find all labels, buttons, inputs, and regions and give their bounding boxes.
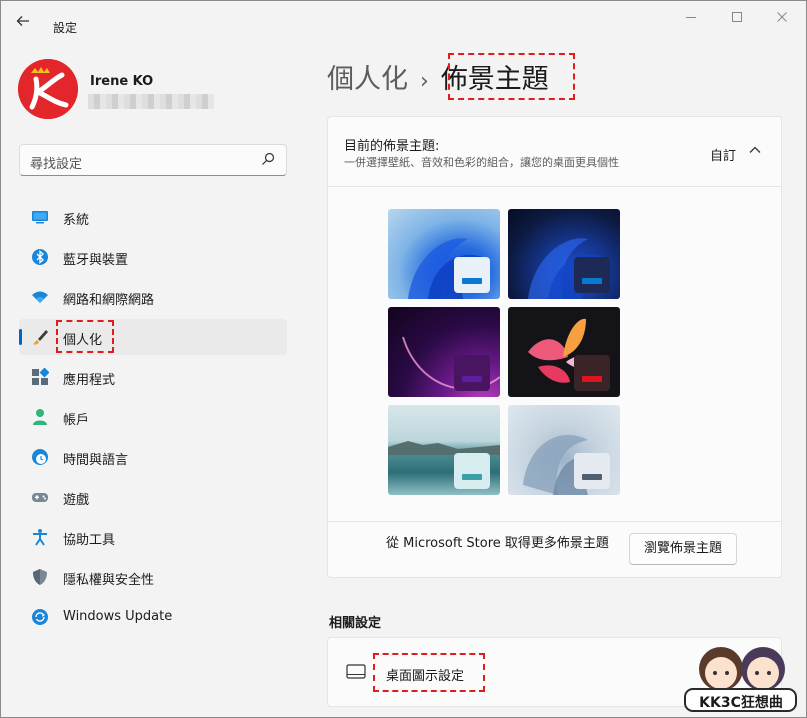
current-theme-value: 自訂	[710, 149, 737, 164]
theme-accent-bar	[462, 376, 482, 382]
related-settings-heading: 相關設定	[329, 616, 382, 631]
search-placeholder: 尋找設定	[30, 157, 83, 172]
divider	[328, 186, 781, 187]
theme-accent-bar	[582, 376, 602, 382]
sidebar-item-label: 遊戲	[63, 493, 90, 508]
sidebar-item-windows-update[interactable]: Windows Update	[19, 599, 287, 635]
chevron-up-icon[interactable]	[748, 143, 762, 157]
sidebar-item-apps[interactable]: 應用程式	[19, 359, 287, 395]
minimize-button[interactable]	[676, 11, 706, 27]
title-bar: 設定	[1, 1, 806, 41]
theme-thumbnail[interactable]	[508, 405, 620, 495]
close-icon	[777, 12, 787, 22]
theme-window-preview	[454, 453, 490, 489]
theme-accent-bar	[582, 278, 602, 284]
avatar-logo-icon	[18, 59, 78, 119]
sidebar-item-time-language[interactable]: 時間與語言	[19, 439, 287, 475]
back-arrow-icon	[16, 16, 29, 26]
theme-thumbnail[interactable]	[388, 209, 500, 299]
theme-accent-bar	[462, 474, 482, 480]
browse-themes-button[interactable]: 瀏覽佈景主題	[629, 533, 737, 565]
sidebar-item-gaming[interactable]: 遊戲	[19, 479, 287, 515]
sidebar-item-label: 時間與語言	[63, 453, 129, 468]
settings-window: 設定 Irene KO 尋找設定 系統 藍牙與裝置 網路和網際網路 個人化 應用…	[0, 0, 807, 718]
theme-window-preview	[454, 355, 490, 391]
sidebar-item-label: 隱私權與安全性	[63, 573, 155, 588]
sidebar-item-accounts[interactable]: 帳戶	[19, 399, 287, 435]
watermark-logo: KK3C狂想曲	[683, 637, 798, 715]
watermark-text: KK3C狂想曲	[699, 695, 783, 711]
sidebar-item-bluetooth[interactable]: 藍牙與裝置	[19, 239, 287, 275]
theme-thumbnail[interactable]	[508, 307, 620, 397]
highlight-annotation	[373, 653, 485, 692]
maximize-button[interactable]	[722, 11, 752, 27]
sidebar-item-label: 藍牙與裝置	[63, 253, 129, 268]
theme-accent-bar	[582, 474, 602, 480]
apps-icon	[32, 368, 49, 385]
store-row: 從 Microsoft Store 取得更多佈景主題 瀏覽佈景主題	[328, 521, 781, 577]
close-button[interactable]	[767, 11, 797, 27]
highlight-annotation	[56, 320, 114, 353]
brush-icon	[33, 330, 48, 345]
bluetooth-icon	[32, 249, 48, 265]
windows-update-icon	[32, 609, 48, 625]
active-indicator	[19, 329, 22, 345]
person-icon	[33, 409, 47, 425]
search-input[interactable]: 尋找設定	[19, 144, 287, 176]
sidebar-item-label: 協助工具	[63, 533, 116, 548]
accessibility-icon	[33, 529, 47, 546]
desktop-icon	[346, 664, 366, 679]
theme-thumbnail[interactable]	[508, 209, 620, 299]
user-name: Irene KO	[90, 74, 154, 89]
search-icon[interactable]	[260, 151, 276, 167]
theme-thumbnail[interactable]	[388, 405, 500, 495]
highlight-annotation	[448, 53, 575, 100]
maximize-icon	[732, 12, 742, 22]
sidebar-item-network[interactable]: 網路和網際網路	[19, 279, 287, 315]
user-email-redacted	[88, 94, 214, 109]
sidebar-item-label: Windows Update	[63, 609, 173, 624]
avatar[interactable]	[18, 59, 78, 119]
theme-thumbnail[interactable]	[388, 307, 500, 397]
sidebar-item-label: 應用程式	[63, 373, 116, 388]
theme-window-preview	[574, 453, 610, 489]
store-text: 從 Microsoft Store 取得更多佈景主題	[386, 536, 609, 551]
theme-window-preview	[574, 257, 610, 293]
sidebar-item-privacy[interactable]: 隱私權與安全性	[19, 559, 287, 595]
sidebar-item-label: 網路和網際網路	[63, 293, 155, 308]
window-title: 設定	[53, 21, 78, 35]
current-theme-title: 目前的佈景主題:	[344, 139, 440, 154]
sidebar-item-system[interactable]: 系統	[19, 199, 287, 235]
monitor-icon	[32, 211, 48, 224]
wifi-icon	[32, 291, 48, 303]
current-theme-description: 一併選擇壁紙、音效和色彩的組合，讓您的桌面更具個性	[344, 156, 619, 169]
shield-icon	[33, 569, 47, 585]
sidebar-item-label: 帳戶	[63, 413, 90, 428]
sidebar-item-accessibility[interactable]: 協助工具	[19, 519, 287, 555]
clock-globe-icon	[32, 449, 48, 465]
current-theme-card: 目前的佈景主題: 一併選擇壁紙、音效和色彩的組合，讓您的桌面更具個性 自訂 從 …	[327, 116, 782, 578]
back-button[interactable]	[15, 13, 37, 35]
sidebar-item-label: 系統	[63, 213, 90, 228]
current-theme-header[interactable]: 目前的佈景主題: 一併選擇壁紙、音效和色彩的組合，讓您的桌面更具個性 自訂	[328, 117, 781, 186]
theme-window-preview	[574, 355, 610, 391]
breadcrumb-separator: ›	[420, 69, 429, 94]
minimize-icon	[686, 17, 696, 18]
gamepad-icon	[32, 493, 48, 502]
theme-window-preview	[454, 257, 490, 293]
breadcrumb-parent[interactable]: 個人化	[327, 64, 408, 95]
theme-accent-bar	[462, 278, 482, 284]
